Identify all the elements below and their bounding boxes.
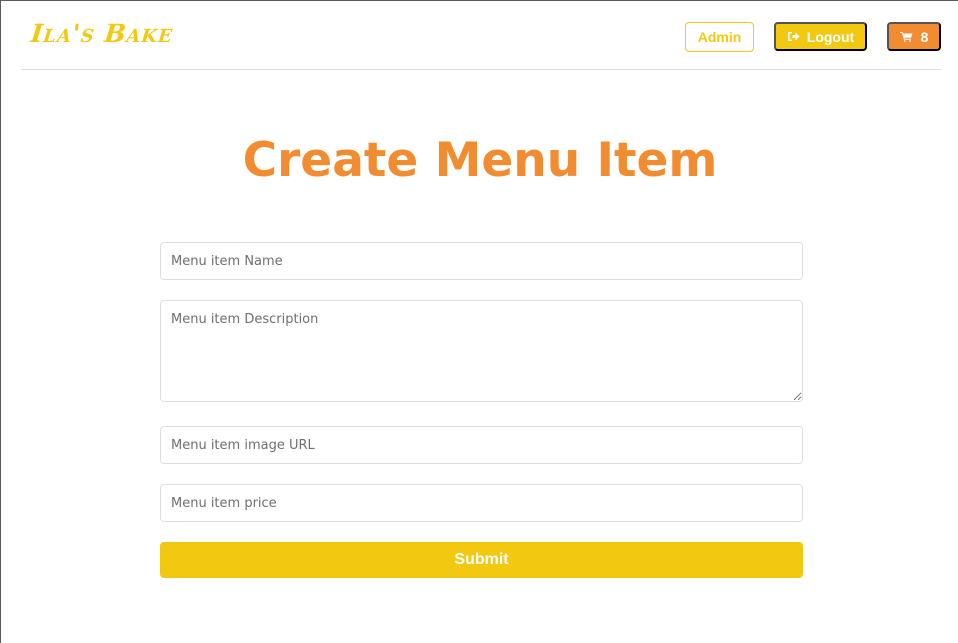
logout-button[interactable]: Logout xyxy=(774,22,867,51)
sign-out-icon xyxy=(787,31,800,42)
admin-button[interactable]: Admin xyxy=(685,22,754,52)
admin-button-label: Admin xyxy=(697,29,742,45)
menu-item-description-input[interactable] xyxy=(160,300,803,402)
menu-item-price-input[interactable] xyxy=(160,484,803,522)
logout-button-label: Logout xyxy=(806,28,855,45)
navbar: Ila's Bake Admin Logout 8 xyxy=(21,1,941,70)
brand-logo[interactable]: Ila's Bake xyxy=(29,19,174,48)
page-title: Create Menu Item xyxy=(242,133,718,188)
menu-item-image-url-input[interactable] xyxy=(160,426,803,464)
cart-button[interactable]: 8 xyxy=(887,22,941,51)
submit-button[interactable]: Submit xyxy=(160,542,803,578)
app-window: Ila's Bake Admin Logout 8 Create Menu It… xyxy=(0,0,958,643)
cart-count: 8 xyxy=(920,28,929,45)
menu-item-name-input[interactable] xyxy=(160,242,803,280)
cart-icon xyxy=(899,31,913,42)
